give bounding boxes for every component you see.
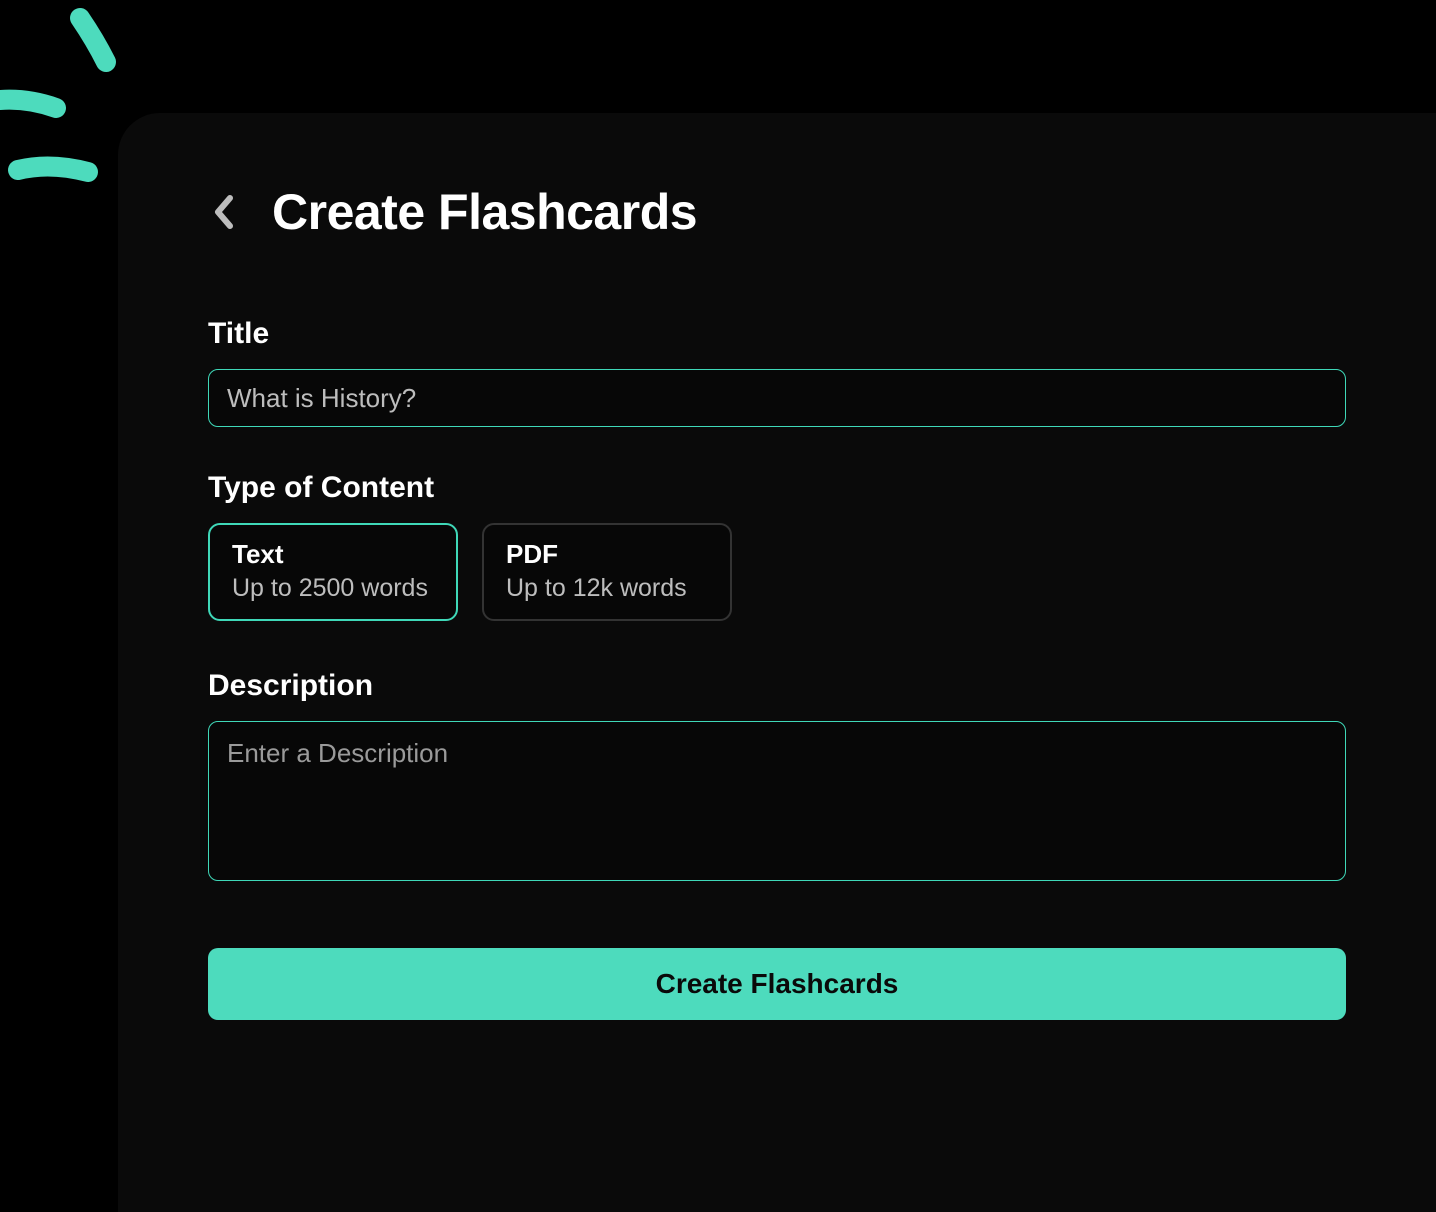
content-type-option-title: PDF [506, 539, 708, 570]
content-type-option-sub: Up to 12k words [506, 574, 708, 603]
page-title: Create Flashcards [272, 183, 697, 241]
title-input[interactable] [208, 369, 1346, 427]
title-label: Title [208, 317, 1346, 351]
card-header: Create Flashcards [208, 183, 1346, 241]
content-type-option-sub: Up to 2500 words [232, 574, 434, 603]
content-type-option-pdf[interactable]: PDF Up to 12k words [482, 523, 732, 621]
description-field: Description [208, 669, 1346, 886]
create-flashcards-button[interactable]: Create Flashcards [208, 948, 1346, 1020]
description-label: Description [208, 669, 1346, 703]
back-icon[interactable] [208, 192, 238, 232]
description-input[interactable] [208, 721, 1346, 881]
content-type-option-title: Text [232, 539, 434, 570]
title-field: Title [208, 317, 1346, 427]
content-type-label: Type of Content [208, 471, 1346, 505]
content-type-option-text[interactable]: Text Up to 2500 words [208, 523, 458, 621]
create-flashcards-card: Create Flashcards Title Type of Content … [118, 113, 1436, 1212]
content-type-field: Type of Content Text Up to 2500 words PD… [208, 471, 1346, 621]
content-type-options: Text Up to 2500 words PDF Up to 12k word… [208, 523, 1346, 621]
